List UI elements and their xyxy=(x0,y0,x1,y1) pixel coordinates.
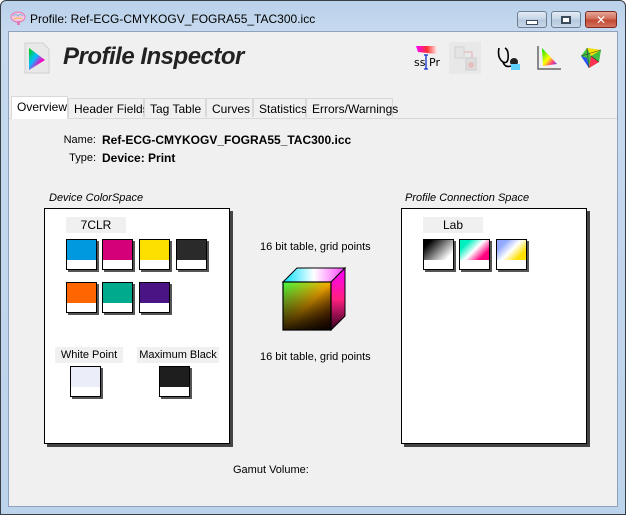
colorant-swatch[interactable] xyxy=(102,282,133,313)
b-axis-gradient xyxy=(497,240,526,260)
maximize-icon xyxy=(561,15,571,24)
tab-panel-border xyxy=(9,118,617,119)
color-cube-icon xyxy=(281,266,347,332)
pcs-l-swatch[interactable] xyxy=(423,239,454,270)
svg-text:ss: ss xyxy=(414,56,426,69)
gamut-plot-button[interactable] xyxy=(533,42,565,74)
pcs-title: Profile Connection Space xyxy=(405,192,530,204)
profile-type-value: Device: Print xyxy=(102,151,176,165)
minimize-button[interactable] xyxy=(517,11,547,28)
colorant-swatch[interactable] xyxy=(66,239,97,270)
3d-gamut-icon xyxy=(580,47,602,69)
tab-overview[interactable]: Overview xyxy=(11,96,68,119)
white-point-label: White Point xyxy=(55,347,123,363)
a2b-table-info: 16 bit table, grid points xyxy=(260,241,371,253)
title-bar[interactable]: Profile: Ref-ECG-CMYKOGV_FOGRA55_TAC300.… xyxy=(1,1,625,31)
client-area: Profile Inspector ss Pr Overview Header … xyxy=(8,31,618,507)
colorant-fill xyxy=(103,283,132,303)
colorant-swatch[interactable] xyxy=(102,239,133,270)
3d-gamut-button[interactable] xyxy=(575,42,607,74)
inspect-button[interactable] xyxy=(493,42,525,74)
tab-tag-table[interactable]: Tag Table xyxy=(144,98,206,117)
spectral-profile-button[interactable]: ss Pr xyxy=(411,42,443,74)
close-button[interactable]: ✕ xyxy=(585,11,617,28)
profile-document-logo-icon xyxy=(24,42,50,74)
window-title: Profile: Ref-ECG-CMYKOGV_FOGRA55_TAC300.… xyxy=(30,12,316,26)
colorant-swatch[interactable] xyxy=(139,282,170,313)
colorant-swatch[interactable] xyxy=(176,239,207,270)
gamut-volume-label: Gamut Volume: xyxy=(233,464,309,476)
tab-curves[interactable]: Curves xyxy=(206,98,253,117)
spectral-profile-icon: ss Pr xyxy=(414,46,440,70)
stethoscope-icon xyxy=(497,47,520,70)
pcs-colorspace-label: Lab xyxy=(423,217,483,233)
colorant-swatch[interactable] xyxy=(139,239,170,270)
device-link-button[interactable] xyxy=(449,42,481,74)
colorant-fill xyxy=(140,240,169,260)
device-colorspace-title: Device ColorSpace xyxy=(49,192,144,204)
tab-header-fields[interactable]: Header Fields xyxy=(68,98,149,117)
lightness-gradient xyxy=(424,240,453,260)
brain-app-icon xyxy=(10,11,26,25)
profile-name-value: Ref-ECG-CMYKOGV_FOGRA55_TAC300.icc xyxy=(102,133,352,147)
app-window: Profile: Ref-ECG-CMYKOGV_FOGRA55_TAC300.… xyxy=(0,0,626,515)
white-point-fill xyxy=(71,367,100,387)
colorant-fill xyxy=(67,240,96,260)
close-icon: ✕ xyxy=(595,12,607,27)
svg-text:Pr: Pr xyxy=(429,56,440,69)
colorant-fill xyxy=(103,240,132,260)
gamut-plot-icon xyxy=(537,46,561,70)
tab-statistics[interactable]: Statistics xyxy=(253,98,307,117)
b2a-table-info: 16 bit table, grid points xyxy=(260,351,371,363)
name-label: Name: xyxy=(63,134,96,146)
max-black-fill xyxy=(160,367,189,387)
max-black-swatch[interactable] xyxy=(159,366,190,397)
a-axis-gradient xyxy=(460,240,489,260)
pcs-panel: Lab xyxy=(401,208,587,444)
colorant-swatch[interactable] xyxy=(66,282,97,313)
colorant-fill xyxy=(67,283,96,303)
colorant-fill xyxy=(177,240,206,260)
pcs-a-swatch[interactable] xyxy=(459,239,490,270)
type-label: Type: xyxy=(69,152,96,164)
white-point-swatch[interactable] xyxy=(70,366,101,397)
device-colorspace-panel: 7CLR White Point Maximum Black xyxy=(44,208,230,444)
pcs-b-swatch[interactable] xyxy=(496,239,527,270)
app-title: Profile Inspector xyxy=(63,43,244,70)
tab-errors-warnings[interactable]: Errors/Warnings xyxy=(306,98,398,117)
maximize-button[interactable] xyxy=(551,11,581,28)
max-black-label: Maximum Black xyxy=(137,347,219,363)
colorspace-label: 7CLR xyxy=(66,217,126,233)
minimize-icon xyxy=(526,19,538,25)
colorant-fill xyxy=(140,283,169,303)
device-link-icon xyxy=(454,46,477,71)
